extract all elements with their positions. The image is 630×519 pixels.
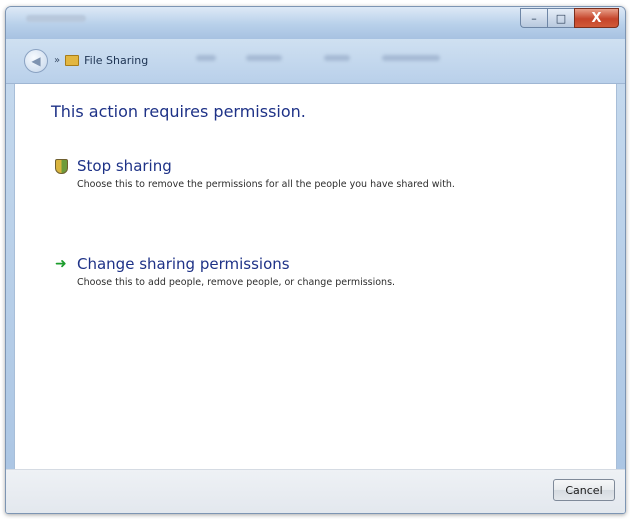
minimize-button[interactable]: – [520, 8, 547, 28]
folder-icon [65, 54, 80, 66]
close-button[interactable]: X [574, 8, 619, 28]
change-permissions-link[interactable]: Change sharing permissions [77, 255, 290, 273]
blurred-menu-item [382, 55, 440, 61]
page-title: This action requires permission. [51, 102, 306, 121]
stop-sharing-link[interactable]: Stop sharing [77, 157, 172, 175]
blurred-menu-item [246, 55, 282, 61]
change-permissions-description: Choose this to add people, remove people… [77, 277, 396, 288]
title-bar[interactable]: – □ X [6, 7, 625, 39]
file-sharing-window: – □ X ◀ » File Sharing This action requi… [5, 6, 626, 514]
breadcrumb-chevron-icon: » [54, 54, 61, 66]
shield-icon [55, 159, 68, 174]
breadcrumb-file-sharing[interactable]: File Sharing [84, 54, 148, 67]
blurred-menu-item [324, 55, 350, 61]
back-arrow-icon: ◀ [31, 54, 41, 68]
blurred-menu-item [196, 55, 216, 61]
dialog-footer: Cancel [6, 469, 625, 513]
cancel-button[interactable]: Cancel [553, 479, 615, 501]
breadcrumb[interactable]: » File Sharing [54, 51, 148, 69]
stop-sharing-option[interactable]: Stop sharing Choose this to remove the p… [55, 157, 595, 197]
maximize-button[interactable]: □ [547, 8, 574, 28]
stop-sharing-description: Choose this to remove the permissions fo… [77, 179, 455, 190]
green-arrow-icon: ➜ [55, 256, 67, 272]
caption-buttons: – □ X [520, 8, 619, 28]
window-title-blurred [26, 15, 86, 22]
address-bar: ◀ » File Sharing [6, 39, 625, 84]
dialog-content: This action requires permission. Stop sh… [14, 84, 617, 469]
change-permissions-option[interactable]: ➜ Change sharing permissions Choose this… [55, 255, 595, 295]
back-button[interactable]: ◀ [24, 49, 48, 73]
